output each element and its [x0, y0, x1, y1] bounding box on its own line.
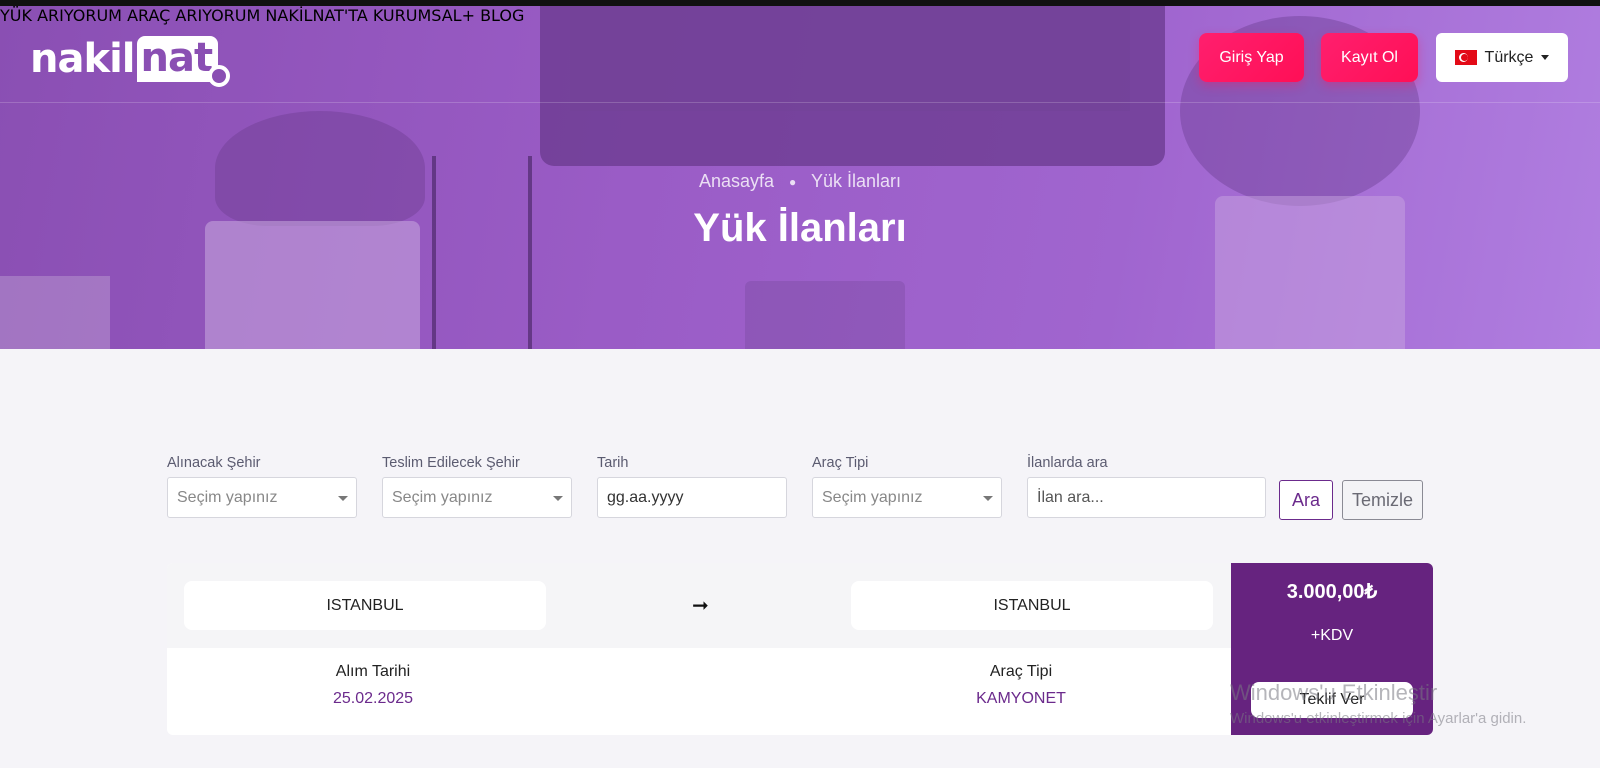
date-input[interactable]: gg.aa.yyyy [597, 477, 787, 518]
from-city: ISTANBUL [184, 581, 546, 630]
vehicle-type-filter: Araç Tipi Seçim yapınız [812, 455, 1002, 518]
vehicle-type-label: Araç Tipi [812, 455, 869, 471]
nav-item-arac-ariyorum[interactable]: ARAÇ ARIYORUM [127, 6, 260, 25]
breadcrumb: Anasayfa ● Yük İlanları [0, 171, 1600, 192]
dropdown-arrow-icon [983, 496, 993, 501]
date-filter: Tarih gg.aa.yyyy [597, 455, 787, 518]
breadcrumb-home[interactable]: Anasayfa [699, 171, 774, 191]
pickup-city-select[interactable]: Seçim yapınız [167, 477, 357, 518]
hero-bg-monitor [540, 6, 1165, 166]
windows-activation-watermark: Windows'u Etkinleştir Windows'u etkinleş… [1230, 680, 1526, 727]
date-label: Tarih [597, 455, 629, 471]
listing-search-input[interactable]: İlan ara... [1027, 477, 1266, 518]
logo-text-nakil: nakil [30, 36, 135, 82]
login-button[interactable]: Giriş Yap [1199, 33, 1304, 82]
pickup-date-value: 25.02.2025 [332, 690, 414, 707]
vehicle-type-info-label: Araç Tipi [989, 663, 1053, 680]
breadcrumb-current: Yük İlanları [810, 171, 902, 191]
watermark-title: Windows'u Etkinleştir [1230, 680, 1438, 705]
delivery-city-filter: Teslim Edilecek Şehir Seçim yapınız [382, 455, 572, 518]
logo-wheel-icon [208, 65, 231, 87]
listing-price: 3.000,00₺ [1286, 581, 1378, 603]
language-label: Türkçe [1484, 48, 1534, 66]
nav-divider [0, 102, 1600, 103]
vehicle-type-select[interactable]: Seçim yapınız [812, 477, 1002, 518]
listing-search-label: İlanlarda ara [1027, 455, 1108, 471]
hero-bg-books [0, 276, 110, 349]
route-arrow-icon: ➞ [692, 593, 709, 617]
delivery-city-select[interactable]: Seçim yapınız [382, 477, 572, 518]
to-city: ISTANBUL [851, 581, 1213, 630]
chevron-down-icon [1541, 55, 1550, 60]
date-value: gg.aa.yyyy [607, 488, 684, 506]
page-title: Yük İlanları [693, 206, 907, 250]
site-logo[interactable]: nakil nat [30, 34, 231, 87]
pickup-city-label: Alınacak Şehir [167, 455, 261, 471]
nav-item-yuk-ariyorum[interactable]: YÜK ARIYORUM [0, 6, 122, 25]
pickup-date-label: Alım Tarihi [335, 663, 411, 680]
watermark-subtitle: Windows'u etkinleştirmek için Ayarlar'a … [1230, 710, 1527, 727]
clear-button[interactable]: Temizle [1342, 480, 1423, 520]
listing-search-filter: İlanlarda ara İlan ara... [1027, 455, 1266, 518]
listing-search-placeholder: İlan ara... [1037, 488, 1104, 506]
nav-item-kurumsal[interactable]: NAKİLNAT'TA KURUMSAL+ [265, 6, 475, 25]
search-button[interactable]: Ara [1279, 480, 1333, 520]
vehicle-type-value: Seçim yapınız [822, 488, 923, 506]
delivery-city-label: Teslim Edilecek Şehir [382, 455, 520, 471]
listing-route-row: ISTANBUL ➞ ISTANBUL [167, 563, 1231, 648]
tax-note: +KDV [1310, 627, 1354, 644]
language-selector[interactable]: Türkçe [1436, 33, 1568, 82]
pickup-city-value: Seçim yapınız [177, 488, 278, 506]
vehicle-type-info-value: KAMYONET [976, 690, 1066, 707]
turkey-flag-icon [1454, 50, 1477, 65]
dropdown-arrow-icon [338, 496, 348, 501]
hero-bg-stand [745, 281, 905, 349]
delivery-city-value: Seçim yapınız [392, 488, 493, 506]
nav-item-blog[interactable]: BLOG [480, 6, 524, 25]
register-button[interactable]: Kayıt Ol [1321, 33, 1418, 82]
dropdown-arrow-icon [553, 496, 563, 501]
hero-banner: nakil nat YÜK ARIYORUM ARAÇ ARIYORUM NAK… [0, 6, 1600, 349]
pickup-city-filter: Alınacak Şehir Seçim yapınız [167, 455, 357, 518]
logo-text-nat: nat [136, 36, 219, 82]
breadcrumb-separator-icon: ● [789, 175, 797, 190]
